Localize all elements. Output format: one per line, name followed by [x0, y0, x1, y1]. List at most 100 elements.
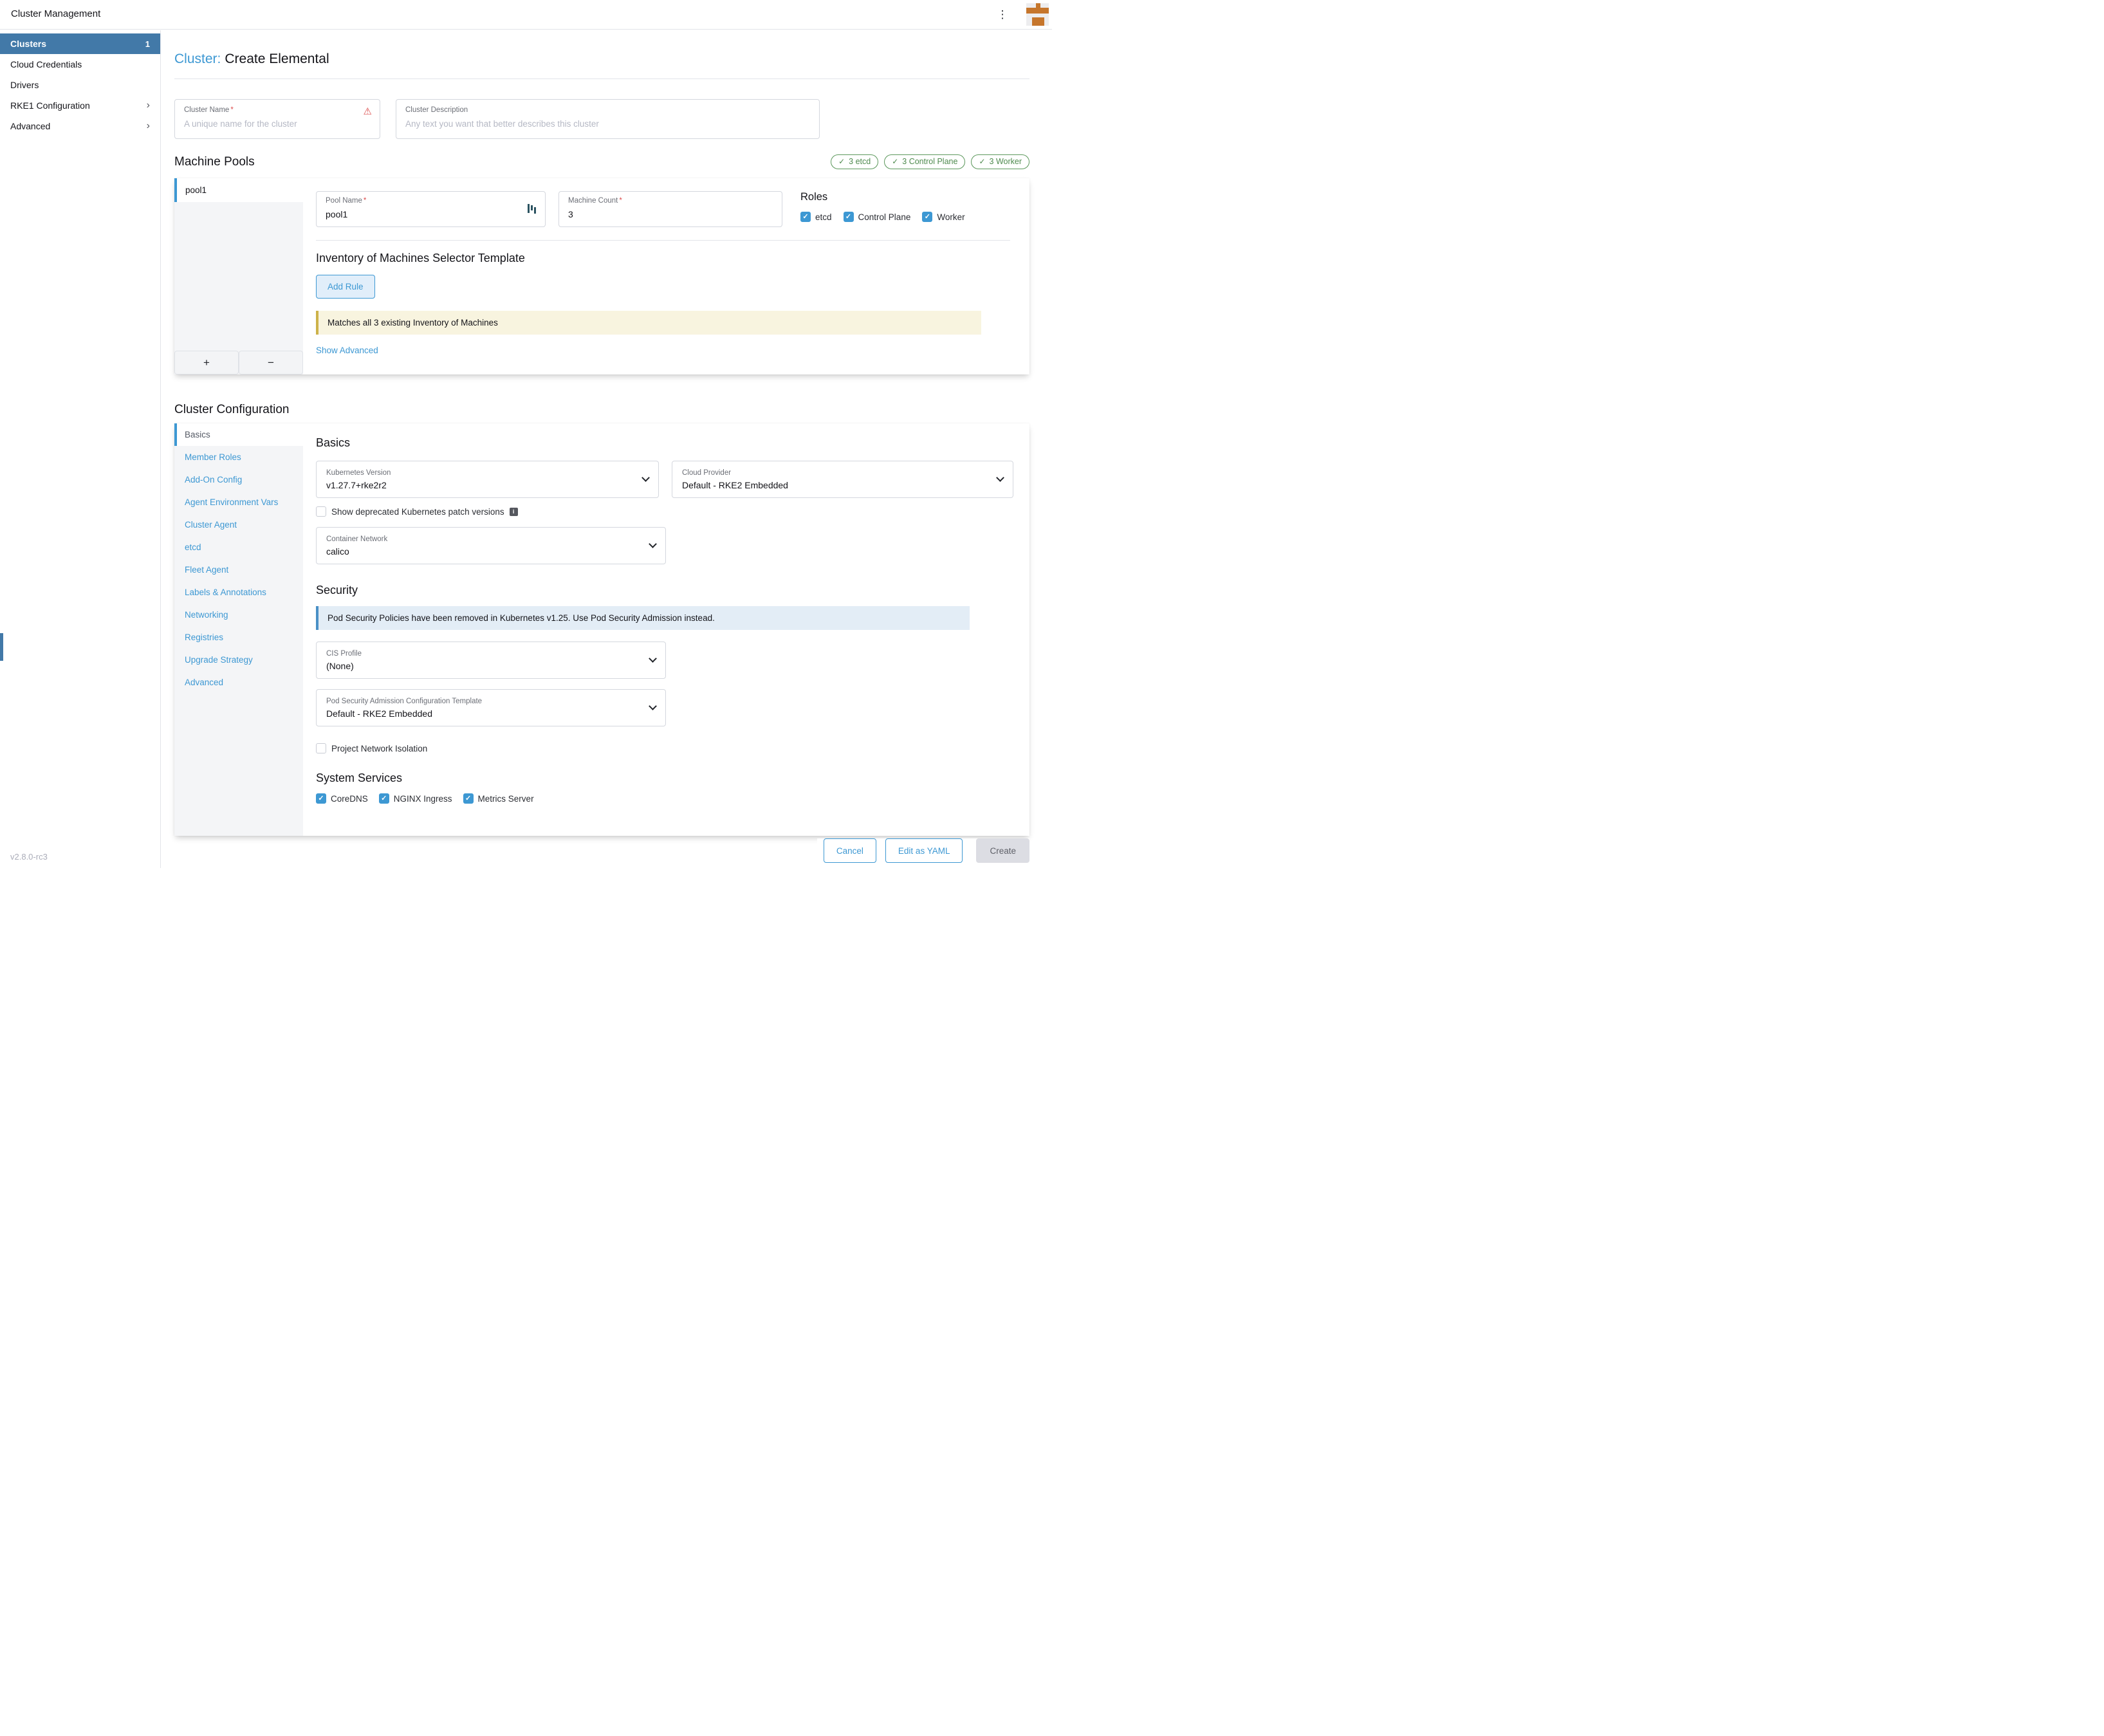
- tab-fleet-agent[interactable]: Fleet Agent: [174, 559, 303, 581]
- role-worker-checkbox[interactable]: ✓ Worker: [922, 212, 964, 222]
- checkbox: ✓: [800, 212, 811, 222]
- pool-name-field[interactable]: Pool Name* pool1: [316, 191, 546, 227]
- check-icon: ✓: [381, 795, 387, 802]
- user-avatar[interactable]: [1026, 3, 1049, 26]
- sidebar-item-label: Advanced: [10, 121, 50, 131]
- sidebar-item-advanced[interactable]: Advanced ›: [0, 116, 160, 136]
- chevron-right-icon: ›: [147, 121, 150, 131]
- tab-basics[interactable]: Basics: [174, 423, 303, 446]
- metrics-server-checkbox[interactable]: ✓ Metrics Server: [463, 793, 534, 804]
- edit-as-yaml-button[interactable]: Edit as YAML: [885, 838, 963, 863]
- checkbox: ✓: [316, 793, 326, 804]
- checkbox-label: Project Network Isolation: [331, 744, 427, 753]
- basics-heading: Basics: [316, 436, 1013, 450]
- cluster-name-field[interactable]: Cluster Name* A unique name for the clus…: [174, 99, 380, 139]
- page-title-text: Create Elemental: [225, 51, 329, 66]
- kebab-menu-icon[interactable]: ⋮: [997, 8, 1008, 22]
- check-icon: ✓: [892, 157, 898, 166]
- check-icon: ✓: [979, 157, 985, 166]
- tab-upgrade-strategy[interactable]: Upgrade Strategy: [174, 649, 303, 671]
- cloud-provider-select[interactable]: Cloud Provider Default - RKE2 Embedded: [672, 461, 1013, 498]
- tab-etcd[interactable]: etcd: [174, 536, 303, 559]
- cancel-button[interactable]: Cancel: [824, 838, 876, 863]
- sidebar-item-clusters[interactable]: Clusters 1: [0, 33, 160, 54]
- remove-pool-button[interactable]: −: [239, 351, 303, 374]
- checkbox-label: CoreDNS: [331, 794, 368, 804]
- control-plane-count-badge: ✓ 3 Control Plane: [884, 154, 965, 169]
- left-edge-accent: [0, 633, 3, 661]
- name-generator-icon[interactable]: [528, 204, 536, 214]
- page-title-prefix: Cluster:: [174, 51, 221, 66]
- nginx-ingress-checkbox[interactable]: ✓ NGINX Ingress: [379, 793, 452, 804]
- chevron-down-icon: [641, 474, 650, 482]
- pool-form-pane: Pool Name* pool1 Machine Count* 3 Roles …: [303, 178, 1029, 374]
- tab-networking[interactable]: Networking: [174, 604, 303, 626]
- show-advanced-link[interactable]: Show Advanced: [316, 346, 378, 355]
- cluster-description-label: Cluster Description: [405, 106, 810, 114]
- checkbox-label: Control Plane: [858, 212, 911, 222]
- top-header: Cluster Management ⋮: [0, 0, 1052, 30]
- add-rule-button[interactable]: Add Rule: [316, 275, 375, 299]
- select-label: Pod Security Admission Configuration Tem…: [326, 697, 482, 705]
- tab-cluster-agent[interactable]: Cluster Agent: [174, 513, 303, 536]
- cluster-description-placeholder: Any text you want that better describes …: [405, 119, 810, 129]
- required-marker: *: [619, 197, 622, 205]
- cluster-configuration-card: Basics Member Roles Add-On Config Agent …: [174, 423, 1029, 836]
- psa-template-select[interactable]: Pod Security Admission Configuration Tem…: [316, 689, 666, 726]
- checkbox: [316, 506, 326, 517]
- pool-tab-pool1[interactable]: pool1: [174, 178, 303, 202]
- cluster-name-label: Cluster Name*: [184, 106, 371, 114]
- pool-tabs-column: pool1 + −: [174, 178, 303, 374]
- machine-count-field[interactable]: Machine Count* 3: [558, 191, 782, 227]
- avatar-shape: [1036, 3, 1040, 8]
- sidebar-item-cloud-credentials[interactable]: Cloud Credentials: [0, 54, 160, 75]
- tab-advanced[interactable]: Advanced: [174, 671, 303, 694]
- etcd-count-badge: ✓ 3 etcd: [831, 154, 878, 169]
- tab-registries[interactable]: Registries: [174, 626, 303, 649]
- machine-count-value: 3: [568, 209, 773, 219]
- container-network-select[interactable]: Container Network calico: [316, 527, 666, 564]
- chevron-down-icon: [649, 540, 657, 548]
- roles-group: Roles ✓ etcd ✓ Control Plane ✓: [800, 191, 965, 227]
- pool-name-value: pool1: [326, 209, 536, 219]
- role-etcd-checkbox[interactable]: ✓ etcd: [800, 212, 832, 222]
- pool-name-label: Pool Name*: [326, 197, 536, 205]
- system-services-heading: System Services: [316, 771, 1013, 785]
- tab-agent-environment-vars[interactable]: Agent Environment Vars: [174, 491, 303, 513]
- tab-add-on-config[interactable]: Add-On Config: [174, 468, 303, 491]
- create-button[interactable]: Create: [976, 838, 1029, 863]
- machine-pools-heading: Machine Pools: [174, 155, 255, 169]
- role-count-badges: ✓ 3 etcd ✓ 3 Control Plane ✓ 3 Worker: [831, 154, 1029, 169]
- select-label: Kubernetes Version: [326, 469, 391, 477]
- checkbox-label: NGINX Ingress: [394, 794, 452, 804]
- tab-member-roles[interactable]: Member Roles: [174, 446, 303, 468]
- check-icon: ✓: [925, 214, 930, 221]
- checkbox-label: etcd: [815, 212, 832, 222]
- select-label: CIS Profile: [326, 650, 362, 658]
- cluster-description-field[interactable]: Cluster Description Any text you want th…: [396, 99, 820, 139]
- checkbox: ✓: [922, 212, 932, 222]
- security-heading: Security: [316, 584, 1013, 597]
- coredns-checkbox[interactable]: ✓ CoreDNS: [316, 793, 368, 804]
- show-deprecated-versions-checkbox[interactable]: Show deprecated Kubernetes patch version…: [316, 506, 1013, 517]
- checkbox: ✓: [463, 793, 474, 804]
- chevron-down-icon: [649, 702, 657, 710]
- role-control-plane-checkbox[interactable]: ✓ Control Plane: [844, 212, 911, 222]
- sidebar-item-drivers[interactable]: Drivers: [0, 75, 160, 95]
- kubernetes-version-select[interactable]: Kubernetes Version v1.27.7+rke2r2: [316, 461, 659, 498]
- check-icon: ✓: [318, 795, 324, 802]
- tab-labels-annotations[interactable]: Labels & Annotations: [174, 581, 303, 604]
- sidebar: Clusters 1 Cloud Credentials Drivers RKE…: [0, 30, 161, 868]
- select-label: Container Network: [326, 535, 387, 543]
- cis-profile-select[interactable]: CIS Profile (None): [316, 642, 666, 679]
- add-pool-button[interactable]: +: [174, 351, 239, 374]
- chevron-down-icon: [996, 474, 1004, 482]
- inventory-selector-heading: Inventory of Machines Selector Template: [316, 252, 1013, 265]
- required-marker: *: [364, 197, 366, 205]
- check-icon: ✓: [802, 214, 808, 221]
- sidebar-item-rke1-configuration[interactable]: RKE1 Configuration ›: [0, 95, 160, 116]
- divider: [174, 78, 1029, 79]
- machine-count-label: Machine Count*: [568, 197, 773, 205]
- checkbox-label: Show deprecated Kubernetes patch version…: [331, 507, 504, 517]
- project-network-isolation-checkbox[interactable]: Project Network Isolation: [316, 743, 1013, 753]
